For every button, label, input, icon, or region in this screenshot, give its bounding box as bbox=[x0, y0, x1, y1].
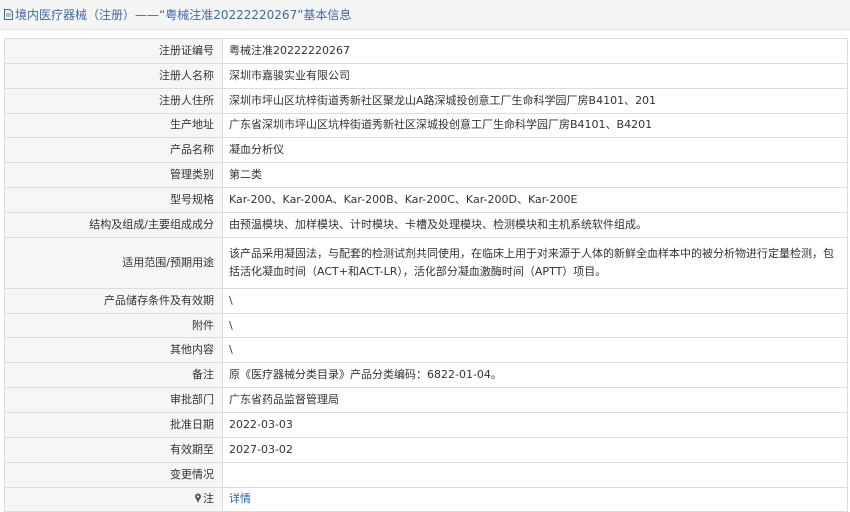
field-label: 生产地址 bbox=[4, 112, 223, 139]
page-header: 境内医疗器械（注册）——“粤械注准20222220267”基本信息 bbox=[0, 0, 850, 30]
page-title: 境内医疗器械（注册）——“粤械注准20222220267”基本信息 bbox=[15, 8, 352, 22]
table-row: 结构及组成/主要组成成分 由预温模块、加样模块、计时模块、卡槽及处理模块、检测模… bbox=[4, 211, 848, 238]
table-row: 型号规格 Kar-200、Kar-200A、Kar-200B、Kar-200C、… bbox=[4, 187, 848, 213]
field-value: Kar-200、Kar-200A、Kar-200B、Kar-200C、Kar-2… bbox=[222, 187, 848, 213]
field-value: \ bbox=[222, 287, 848, 314]
table-row: 注册人名称 深圳市嘉骏实业有限公司 bbox=[4, 62, 848, 89]
field-value: 广东省深圳市坪山区坑梓街道秀新社区深城投创意工厂生命科学园厂房B4101、B42… bbox=[222, 112, 848, 139]
table-row: 注册证编号 粤械注准20222220267 bbox=[4, 38, 848, 64]
field-label: 备注 bbox=[4, 362, 223, 389]
details-link[interactable]: 详情 bbox=[229, 492, 251, 505]
field-label: 附件 bbox=[4, 312, 223, 339]
note-label-text: 注 bbox=[203, 492, 214, 506]
field-value: 2027-03-02 bbox=[222, 436, 848, 463]
field-label: 有效期至 bbox=[4, 436, 223, 463]
table-row: 产品名称 凝血分析仪 bbox=[4, 137, 848, 164]
field-value: 广东省药品监督管理局 bbox=[222, 387, 848, 413]
field-value: 该产品采用凝固法，与配套的检测试剂共同使用，在临床上用于对来源于人体的新鲜全血样… bbox=[222, 236, 848, 289]
table-row: 其他内容 \ bbox=[4, 337, 848, 364]
field-value: 原《医疗器械分类目录》产品分类编码：6822-01-04。 bbox=[222, 362, 848, 389]
document-icon bbox=[4, 9, 13, 20]
table-row: 变更情况 bbox=[4, 461, 848, 488]
field-value: 深圳市嘉骏实业有限公司 bbox=[222, 62, 848, 89]
note-value: 详情 bbox=[222, 486, 848, 512]
note-label: 注 bbox=[4, 486, 223, 512]
field-label: 产品储存条件及有效期 bbox=[4, 287, 223, 314]
table-row: 备注 原《医疗器械分类目录》产品分类编码：6822-01-04。 bbox=[4, 362, 848, 389]
field-value: 粤械注准20222220267 bbox=[222, 38, 848, 64]
field-value bbox=[222, 461, 848, 488]
field-value: \ bbox=[222, 337, 848, 364]
field-label: 审批部门 bbox=[4, 387, 223, 413]
table-row: 附件 \ bbox=[4, 312, 848, 339]
field-label: 注册证编号 bbox=[4, 38, 223, 64]
table-row: 管理类别 第二类 bbox=[4, 162, 848, 189]
field-label: 结构及组成/主要组成成分 bbox=[4, 211, 223, 238]
field-label: 其他内容 bbox=[4, 337, 223, 364]
table-row-note: 注 详情 bbox=[4, 486, 848, 512]
field-label: 产品名称 bbox=[4, 137, 223, 164]
table-row: 生产地址 广东省深圳市坪山区坑梓街道秀新社区深城投创意工厂生命科学园厂房B410… bbox=[4, 112, 848, 139]
field-label: 注册人住所 bbox=[4, 87, 223, 114]
table-row: 产品储存条件及有效期 \ bbox=[4, 287, 848, 314]
table-row: 批准日期 2022-03-03 bbox=[4, 411, 848, 438]
field-value: 凝血分析仪 bbox=[222, 137, 848, 164]
field-value: 深圳市坪山区坑梓街道秀新社区聚龙山A路深城投创意工厂生命科学园厂房B4101、2… bbox=[222, 87, 848, 114]
field-value: 2022-03-03 bbox=[222, 411, 848, 438]
table-row: 适用范围/预期用途 该产品采用凝固法，与配套的检测试剂共同使用，在临床上用于对来… bbox=[4, 236, 848, 289]
detail-table: 注册证编号 粤械注准20222220267 注册人名称 深圳市嘉骏实业有限公司 … bbox=[4, 38, 848, 512]
table-row: 有效期至 2027-03-02 bbox=[4, 436, 848, 463]
field-value: 由预温模块、加样模块、计时模块、卡槽及处理模块、检测模块和主机系统软件组成。 bbox=[222, 211, 848, 238]
field-label: 注册人名称 bbox=[4, 62, 223, 89]
table-row: 审批部门 广东省药品监督管理局 bbox=[4, 387, 848, 413]
field-label: 适用范围/预期用途 bbox=[4, 236, 223, 289]
table-row: 注册人住所 深圳市坪山区坑梓街道秀新社区聚龙山A路深城投创意工厂生命科学园厂房B… bbox=[4, 87, 848, 114]
field-label: 管理类别 bbox=[4, 162, 223, 189]
field-label: 型号规格 bbox=[4, 187, 223, 213]
field-label: 批准日期 bbox=[4, 411, 223, 438]
field-value: \ bbox=[222, 312, 848, 339]
field-value: 第二类 bbox=[222, 162, 848, 189]
field-label: 变更情况 bbox=[4, 461, 223, 488]
